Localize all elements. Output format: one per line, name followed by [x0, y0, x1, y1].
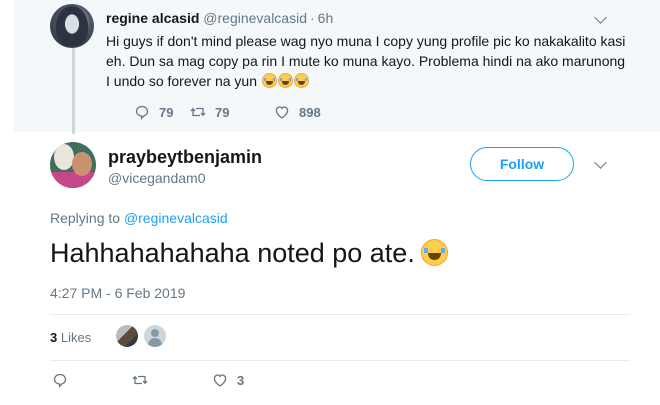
- parent-reply-count: 79: [159, 104, 174, 120]
- liker-avatar[interactable]: [116, 325, 138, 347]
- chevron-down-icon[interactable]: [594, 156, 607, 169]
- separator-dot: ·: [310, 10, 315, 26]
- liker-avatar-default[interactable]: [144, 325, 166, 347]
- replying-to-handle-link[interactable]: @reginevalcasid: [124, 210, 228, 226]
- parent-tweet-header: regine alcasid @reginevalcasid · 6h: [106, 10, 333, 26]
- parent-retweet-button[interactable]: 79: [190, 104, 229, 120]
- heart-icon: [213, 374, 227, 387]
- divider: [50, 360, 630, 361]
- parent-tweet-text: Hi guys if don't mind please wag nyo mun…: [106, 31, 626, 91]
- likes-label: Likes: [60, 330, 92, 345]
- reply-icon: [135, 105, 149, 120]
- retweet-icon: [132, 375, 148, 385]
- replying-to: Replying to @reginevalcasid: [50, 210, 228, 226]
- tweet-body: Hahhahahahaha noted po ate.: [50, 238, 415, 268]
- author-handle[interactable]: @vicegandam0: [108, 170, 206, 186]
- parent-like-button[interactable]: 898: [274, 104, 321, 120]
- heart-icon: [275, 106, 289, 119]
- parent-display-name[interactable]: regine alcasid: [106, 10, 199, 26]
- tweet-text: Hahhahahahaha noted po ate.: [50, 235, 448, 271]
- reply-button[interactable]: [52, 372, 77, 388]
- parent-retweet-count: 79: [215, 104, 230, 120]
- divider: [50, 314, 630, 315]
- face-with-tears-of-joy-emoji: [277, 73, 293, 88]
- like-count: 3: [237, 372, 245, 388]
- follow-button[interactable]: Follow: [470, 147, 574, 181]
- parent-like-count: 898: [299, 104, 321, 120]
- face-with-tears-of-joy-emoji: [420, 239, 448, 266]
- tweet-timestamp[interactable]: 4:27 PM - 6 Feb 2019: [50, 285, 185, 301]
- parent-reply-button[interactable]: 79: [134, 104, 173, 120]
- thread-connector-line: [72, 46, 75, 134]
- face-with-tears-of-joy-emoji: [261, 73, 277, 88]
- face-with-tears-of-joy-emoji: [293, 73, 309, 88]
- parent-handle[interactable]: @reginevalcasid: [203, 10, 307, 26]
- parent-avatar[interactable]: [50, 4, 94, 48]
- like-button[interactable]: 3: [212, 372, 244, 388]
- likes-summary[interactable]: 3 Likes: [50, 330, 91, 345]
- retweet-icon: [190, 107, 206, 117]
- author-display-name[interactable]: praybeytbenjamin: [108, 147, 262, 168]
- parent-tweet-body: Hi guys if don't mind please wag nyo mun…: [106, 33, 626, 89]
- author-avatar[interactable]: [50, 142, 96, 188]
- parent-timestamp[interactable]: 6h: [318, 10, 334, 26]
- reply-icon: [53, 373, 67, 388]
- retweet-button[interactable]: [132, 372, 157, 388]
- replying-to-label: Replying to: [50, 210, 121, 226]
- likes-count: 3: [50, 330, 58, 345]
